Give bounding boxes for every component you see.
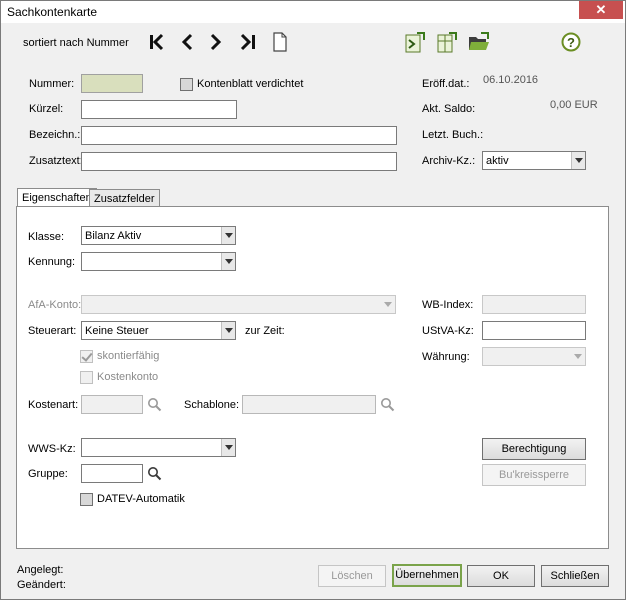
afa-label: AfA-Konto:	[28, 299, 82, 311]
chevron-down-icon	[571, 348, 585, 365]
last-record-icon[interactable]	[239, 33, 257, 51]
bezeichn-label: Bezeichn.:	[29, 129, 81, 141]
schliessen-button[interactable]: Schließen	[541, 565, 609, 587]
kostenart-field[interactable]	[81, 395, 143, 414]
chevron-down-icon	[221, 322, 235, 339]
skonto-label: skontierfähig	[97, 350, 160, 362]
schablone-label: Schablone:	[184, 399, 240, 411]
kontenblatt-label: Kontenblatt verdichtet	[197, 78, 304, 90]
steuerart-select[interactable]: Keine Steuer	[81, 321, 236, 340]
wb-index-field[interactable]	[482, 295, 586, 314]
klasse-label: Klasse:	[28, 231, 65, 243]
loeschen-button[interactable]: Löschen	[318, 565, 386, 587]
datev-checkbox[interactable]	[80, 493, 93, 506]
chevron-down-icon	[221, 227, 235, 244]
waehrung-label: Währung:	[422, 351, 470, 363]
ustva-label: UStVA-Kz:	[422, 325, 474, 337]
nummer-field[interactable]	[81, 74, 143, 93]
previous-record-icon[interactable]	[179, 33, 195, 51]
datev-label: DATEV-Automatik	[97, 493, 185, 505]
skonto-checkbox[interactable]	[80, 350, 93, 363]
close-button[interactable]: ✕	[579, 1, 623, 19]
chevron-down-icon	[221, 439, 235, 456]
schablone-field[interactable]	[242, 395, 376, 414]
kostenart-label: Kostenart:	[28, 399, 79, 411]
wws-label: WWS-Kz:	[28, 443, 76, 455]
eroeffdat-label: Eröff.dat.:	[422, 78, 470, 90]
kuerzel-label: Kürzel:	[29, 103, 64, 115]
open-folder-icon[interactable]	[468, 32, 490, 52]
angelegt-label: Angelegt:	[17, 564, 64, 576]
ustva-field[interactable]	[482, 321, 586, 340]
klasse-select[interactable]: Bilanz Aktiv	[81, 226, 236, 245]
search-icon[interactable]	[380, 397, 395, 412]
bezeichn-field[interactable]	[81, 126, 397, 145]
letzt-buch-label: Letzt. Buch.:	[422, 129, 484, 141]
kuerzel-field[interactable]	[81, 100, 237, 119]
geaendert-label: Geändert:	[17, 579, 66, 591]
kostenkonto-label: Kostenkonto	[97, 371, 159, 383]
zusatztext-label: Zusatztext:	[29, 155, 83, 167]
first-record-icon[interactable]	[148, 33, 166, 51]
ok-button[interactable]: OK	[467, 565, 535, 587]
bukreissperre-button[interactable]: Bu'kreissperre	[482, 464, 586, 486]
saldo-value: 0,00 EUR	[550, 99, 598, 111]
uebernehmen-button[interactable]: Übernehmen	[392, 564, 462, 587]
chevron-down-icon	[381, 296, 395, 313]
svg-text:?: ?	[567, 35, 575, 50]
tab-eigenschaften[interactable]: Eigenschaften	[17, 188, 97, 208]
export-table-icon[interactable]	[437, 32, 457, 53]
search-icon[interactable]	[147, 466, 162, 481]
title-bar: Sachkontenkarte ✕	[1, 1, 625, 23]
search-icon[interactable]	[147, 397, 162, 412]
berechtigung-button[interactable]: Berechtigung	[482, 438, 586, 460]
archiv-select[interactable]: aktiv	[482, 151, 586, 170]
window: Sachkontenkarte ✕ sortiert nach Nummer ?…	[0, 0, 626, 600]
next-record-icon[interactable]	[208, 33, 224, 51]
zusatztext-field[interactable]	[81, 152, 397, 171]
gruppe-field[interactable]	[81, 464, 143, 483]
close-icon: ✕	[595, 2, 607, 17]
new-document-icon[interactable]	[272, 32, 288, 52]
steuerart-label: Steuerart:	[28, 325, 77, 337]
sort-label: sortiert nach Nummer	[23, 37, 129, 49]
eroeffdat-value: 06.10.2016	[483, 74, 539, 86]
nummer-label: Nummer:	[29, 78, 75, 90]
wb-index-label: WB-Index:	[422, 299, 474, 311]
wws-select[interactable]	[81, 438, 236, 457]
zur-zeit-label: zur Zeit:	[245, 325, 285, 337]
help-icon[interactable]: ?	[561, 32, 581, 52]
afa-select[interactable]	[81, 295, 396, 314]
archiv-label: Archiv-Kz.:	[422, 155, 476, 167]
window-title: Sachkontenkarte	[7, 5, 98, 19]
export-calc-icon[interactable]	[405, 32, 425, 53]
waehrung-select[interactable]	[482, 347, 586, 366]
gruppe-label: Gruppe:	[28, 468, 68, 480]
chevron-down-icon	[571, 152, 585, 169]
chevron-down-icon	[221, 253, 235, 270]
kennung-select[interactable]	[81, 252, 236, 271]
saldo-label: Akt. Saldo:	[422, 103, 476, 115]
kennung-label: Kennung:	[28, 256, 76, 268]
kontenblatt-checkbox[interactable]	[180, 78, 193, 91]
kostenkonto-checkbox[interactable]	[80, 371, 93, 384]
